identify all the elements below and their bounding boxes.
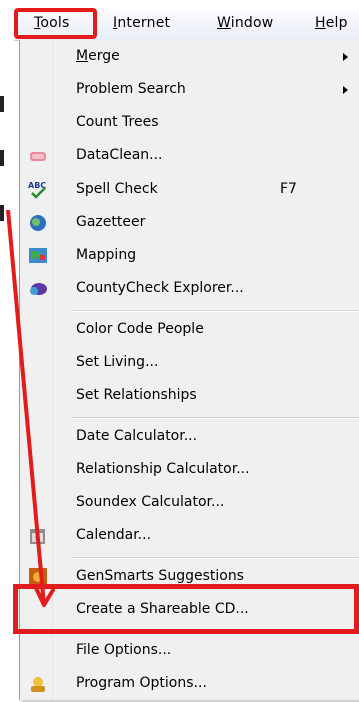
menu-window[interactable]: Window xyxy=(217,15,273,31)
spell-check-icon: ABC xyxy=(28,181,46,199)
menu-separator xyxy=(72,310,359,312)
mapping-icon xyxy=(29,248,47,263)
menu-help[interactable]: Help xyxy=(315,15,348,31)
menu-item-label: DataClean... xyxy=(76,147,163,163)
menu-item-label: Relationship Calculator... xyxy=(76,461,250,477)
menu-item-date-calculator[interactable]: Date Calculator... xyxy=(20,420,359,455)
background-app-edge xyxy=(0,0,14,700)
menu-item-label: CountyCheck Explorer... xyxy=(76,280,244,296)
menu-item-set-relationships[interactable]: Set Relationships xyxy=(20,379,359,414)
menu-item-label: Gazetteer xyxy=(76,214,146,230)
countycheck-icon xyxy=(30,283,47,295)
gazetteer-icon xyxy=(30,215,46,231)
menu-item-label: File Options... xyxy=(76,642,172,658)
menu-item-label: Problem Search xyxy=(76,81,186,97)
menu-item-label: Program Options... xyxy=(76,675,207,691)
menu-item-count-trees[interactable]: Count Trees xyxy=(20,106,359,141)
menu-item-merge[interactable]: Merge xyxy=(20,40,359,75)
menu-item-countycheck-explorer[interactable]: CountyCheck Explorer... xyxy=(20,272,359,307)
calendar-icon: 5 xyxy=(30,529,45,544)
create-cd-annotation-box xyxy=(13,584,359,634)
submenu-arrow-icon xyxy=(343,53,348,61)
menu-item-file-options[interactable]: File Options... xyxy=(20,634,359,669)
menu-separator xyxy=(72,417,359,419)
menu-item-relationship-calculator[interactable]: Relationship Calculator... xyxy=(20,453,359,488)
menu-item-label: Spell Check xyxy=(76,181,158,197)
tools-annotation-box xyxy=(14,8,97,39)
dataclean-icon xyxy=(30,152,46,161)
menu-item-label: Soundex Calculator... xyxy=(76,494,225,510)
menu-item-label: Calendar... xyxy=(76,527,152,543)
background-mark xyxy=(0,205,4,221)
submenu-arrow-icon xyxy=(343,86,348,94)
menu-item-label: Count Trees xyxy=(76,114,159,130)
menu-item-label: Mapping xyxy=(76,247,137,263)
menu-item-label: Set Relationships xyxy=(76,387,197,403)
background-mark xyxy=(0,96,4,112)
menu-item-program-options[interactable]: Program Options... xyxy=(20,667,359,702)
menu-separator xyxy=(72,557,359,559)
menu-item-label: Color Code People xyxy=(76,321,204,337)
svg-text:5: 5 xyxy=(35,535,39,543)
menu-internet[interactable]: Internet xyxy=(113,15,170,31)
menu-item-label: Date Calculator... xyxy=(76,428,198,444)
menu-item-label: Merge xyxy=(76,48,120,64)
menu-item-color-code-people[interactable]: Color Code People xyxy=(20,313,359,348)
shortcut-label: F7 xyxy=(280,181,297,197)
menu-item-dataclean[interactable]: DataClean... xyxy=(20,139,359,174)
menu-item-soundex-calculator[interactable]: Soundex Calculator... xyxy=(20,486,359,521)
menu-item-problem-search[interactable]: Problem Search xyxy=(20,73,359,108)
menu-item-calendar[interactable]: 5 Calendar... xyxy=(20,519,359,554)
menu-item-spell-check[interactable]: ABC Spell Check F7 xyxy=(20,173,359,208)
menu-item-mapping[interactable]: Mapping xyxy=(20,239,359,274)
menu-item-label: Set Living... xyxy=(76,354,159,370)
background-mark xyxy=(0,150,4,166)
menu-item-set-living[interactable]: Set Living... xyxy=(20,346,359,381)
program-options-icon xyxy=(31,677,45,692)
menu-item-gazetteer[interactable]: Gazetteer xyxy=(20,206,359,241)
menu-item-label: GenSmarts Suggestions xyxy=(76,568,244,584)
